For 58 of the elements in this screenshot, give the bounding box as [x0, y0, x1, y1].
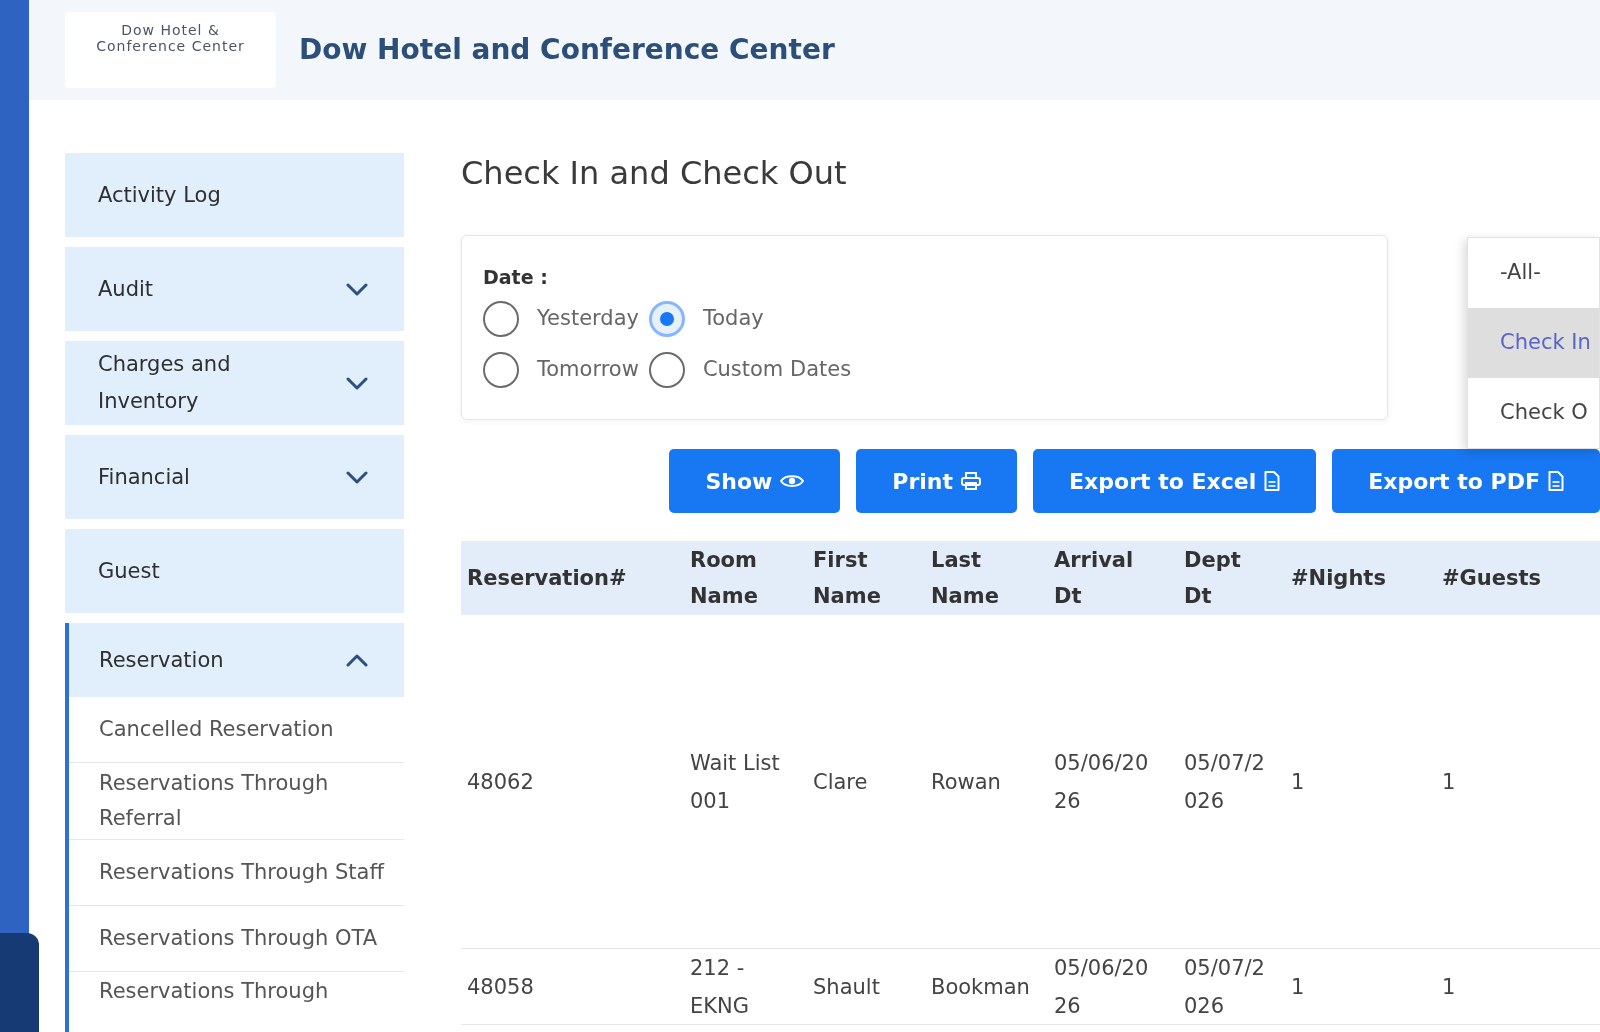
app-title: Dow Hotel and Conference Center: [299, 32, 835, 68]
dropdown-option[interactable]: Check O: [1468, 378, 1599, 448]
cell-text: Shault: [813, 974, 880, 1001]
date-label: Date :: [483, 265, 549, 289]
sidebar-item[interactable]: Audit: [65, 247, 404, 331]
cell-text: 05/07/2026: [1184, 955, 1266, 1020]
cell-text: 48062: [467, 768, 534, 796]
dropdown-option[interactable]: Check In: [1468, 308, 1599, 378]
column-header: Last Name: [931, 547, 1000, 610]
column-header: Arrival Dt: [1054, 547, 1135, 610]
cell-text: 1: [1291, 974, 1305, 1001]
sidebar-subitem[interactable]: Reservations Through: [69, 972, 404, 1009]
column-header: First Name: [813, 547, 882, 610]
sidebar-item[interactable]: Activity Log: [65, 153, 404, 237]
printer-icon: [961, 472, 982, 490]
sidebar-subitem[interactable]: Reservations Through Staff: [69, 840, 404, 906]
column-header: Dept Dt: [1184, 547, 1242, 610]
column-header: #Guests: [1442, 565, 1542, 592]
page-title: Check In and Check Out: [461, 153, 848, 193]
radio-button[interactable]: [648, 301, 685, 337]
column-header: Reservation#: [467, 565, 627, 592]
file-icon: [1548, 471, 1564, 491]
cell-text: 05/07/2026: [1184, 749, 1266, 815]
export-excel-button[interactable]: Export to Excel: [1033, 449, 1317, 513]
radio-label[interactable]: Tomorrow: [537, 354, 639, 386]
sidebar-item[interactable]: Charges and Inventory: [65, 341, 404, 425]
radio-button[interactable]: [483, 301, 519, 337]
column-header: #Nights: [1291, 565, 1386, 592]
print-button[interactable]: Print: [856, 449, 1018, 513]
sidebar-subitem[interactable]: Reservations Through OTA: [69, 906, 404, 972]
file-icon: [1264, 471, 1281, 491]
logo: Dow Hotel & Conference Center: [65, 12, 276, 88]
dropdown-option[interactable]: -All-: [1468, 238, 1599, 308]
sidebar-subitem[interactable]: Cancelled Reservation: [69, 697, 404, 763]
sidebar-item[interactable]: Reservation: [69, 623, 404, 697]
cell-text: Wait List 001: [690, 749, 781, 815]
eye-icon: [780, 473, 805, 489]
cell-text: Bookman: [931, 974, 1030, 1001]
export-pdf-button[interactable]: Export to PDF: [1332, 449, 1600, 513]
radio-button[interactable]: [483, 352, 519, 388]
sidebar-item[interactable]: Guest: [65, 529, 404, 613]
cell-text: 48058: [467, 974, 534, 1001]
radio-label[interactable]: Custom Dates: [702, 354, 852, 386]
cell-text: 05/06/2026: [1054, 749, 1150, 815]
cell-text: 1: [1442, 768, 1456, 796]
show-button[interactable]: Show: [669, 449, 841, 513]
radio-label[interactable]: Today: [702, 303, 764, 335]
sidebar-subitem[interactable]: Reservations Through Referral: [69, 763, 404, 840]
cell-text: 1: [1442, 974, 1456, 1001]
cell-text: Rowan: [931, 768, 1001, 796]
radio-button[interactable]: [648, 352, 685, 388]
column-header: Room Name: [690, 547, 759, 610]
sidebar-item[interactable]: Financial: [65, 435, 404, 519]
cell-text: 1: [1291, 768, 1305, 796]
cell-text: 212 - EKNG: [690, 955, 751, 1020]
radio-label[interactable]: Yesterday: [537, 303, 639, 335]
cell-text: 05/06/2026: [1054, 955, 1150, 1020]
cell-text: Clare: [813, 768, 868, 796]
